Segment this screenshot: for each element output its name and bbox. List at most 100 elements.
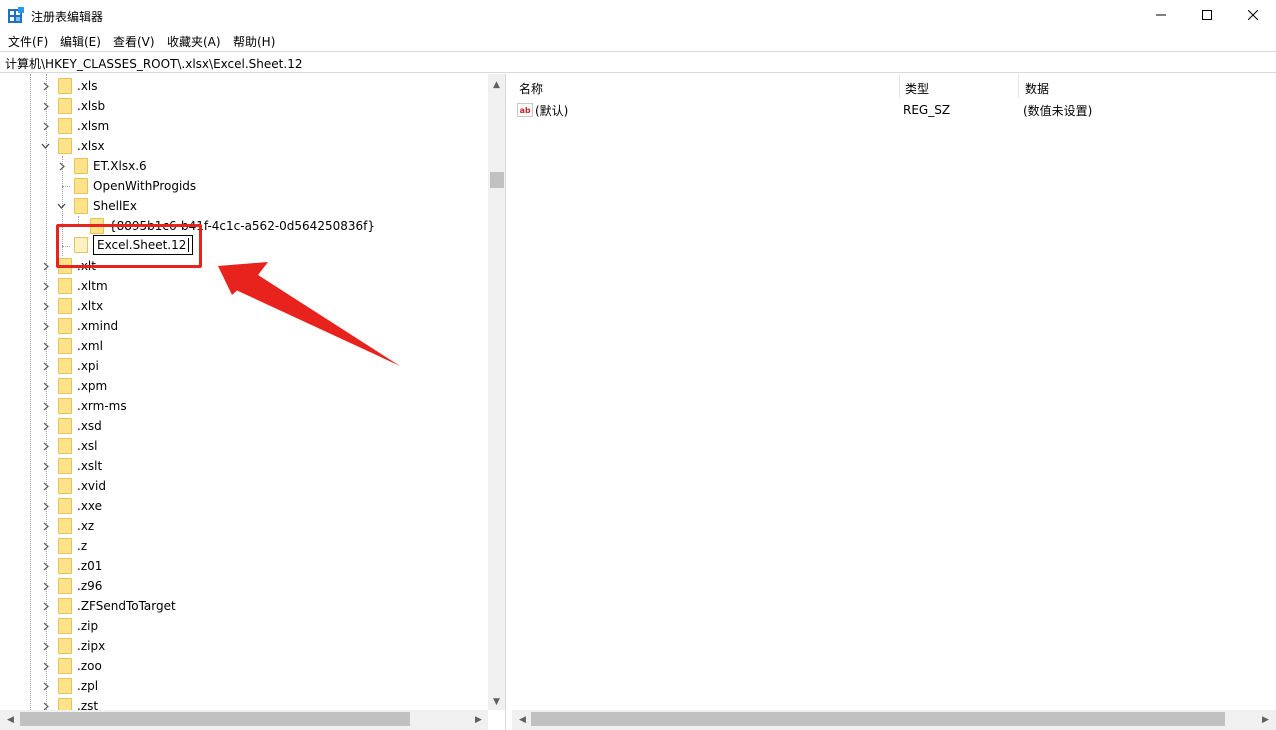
chevron-right-icon[interactable] [40,501,51,512]
chevron-right-icon[interactable] [40,381,51,392]
tree-item-et-xlsx-6[interactable]: ET.Xlsx.6 [56,156,147,176]
column-header-name[interactable]: 名称 [519,80,543,97]
tree-item-zipx[interactable]: .zipx [40,636,105,656]
scroll-down-arrow-icon[interactable]: ▼ [488,693,505,710]
tree-item-xlsb[interactable]: .xlsb [40,96,105,116]
chevron-right-icon[interactable] [40,261,51,272]
tree-item-xpm[interactable]: .xpm [40,376,107,396]
tree-item-z01[interactable]: .z01 [40,556,102,576]
chevron-right-icon[interactable] [40,661,51,672]
chevron-right-icon[interactable] [40,361,51,372]
tree-item-label: .xlsm [77,119,110,133]
value-type: REG_SZ [903,103,951,117]
menu-file[interactable]: 文件(F) [8,33,48,50]
chevron-right-icon[interactable] [40,561,51,572]
tree-vertical-scrollbar[interactable] [488,74,505,710]
folder-icon [58,378,72,394]
chevron-right-icon[interactable] [40,681,51,692]
tree-item-label: .xz [77,519,95,533]
scroll-left-arrow-icon[interactable]: ◀ [514,711,531,728]
tree-item-xltm[interactable]: .xltm [40,276,108,296]
tree-item-xsl[interactable]: .xsl [40,436,98,456]
chevron-right-icon[interactable] [40,341,51,352]
value-row-default[interactable]: ab (默认) REG_SZ (数值未设置) [517,100,1267,120]
chevron-right-icon[interactable] [40,581,51,592]
tree-item-xz[interactable]: .xz [40,516,94,536]
tree-vertical-scroll-thumb[interactable] [490,172,504,188]
menu-edit[interactable]: 编辑(E) [60,33,101,50]
tree-item-xpi[interactable]: .xpi [40,356,99,376]
tree-item-zip[interactable]: .zip [40,616,98,636]
chevron-right-icon[interactable] [40,541,51,552]
menu-help[interactable]: 帮助(H) [233,33,275,50]
address-bar[interactable]: 计算机\HKEY_CLASSES_ROOT\.xlsx\Excel.Sheet.… [0,51,1276,73]
chevron-right-icon[interactable] [40,401,51,412]
chevron-right-icon[interactable] [40,521,51,532]
chevron-right-icon[interactable] [40,621,51,632]
column-separator[interactable] [1018,74,1019,98]
chevron-down-icon[interactable] [40,141,51,152]
folder-icon [74,198,88,214]
minimize-button[interactable] [1138,0,1184,30]
tree-item-label: .xsd [77,419,102,433]
folder-icon [74,178,88,194]
column-header-data[interactable]: 数据 [1025,80,1049,97]
tree-item-xsd[interactable]: .xsd [40,416,102,436]
tree-item-xslt[interactable]: .xslt [40,456,102,476]
tree-item-label: .xrm-ms [77,399,127,413]
menu-view[interactable]: 查看(V) [113,33,155,50]
menu-bar: 文件(F) 编辑(E) 查看(V) 收藏夹(A) 帮助(H) [0,30,1276,51]
scroll-up-arrow-icon[interactable]: ▲ [488,76,505,93]
folder-icon [58,98,72,114]
tree-horizontal-scroll-thumb[interactable] [20,712,410,726]
tree-item-xxe[interactable]: .xxe [40,496,102,516]
tree-item-z96[interactable]: .z96 [40,576,102,596]
values-horizontal-scroll-thumb[interactable] [531,712,1225,726]
chevron-right-icon[interactable] [40,441,51,452]
close-button[interactable] [1230,0,1276,30]
tree-item-label: .zpl [77,679,99,693]
tree-item-xltx[interactable]: .xltx [40,296,103,316]
tree-item-zfsendtotarget[interactable]: .ZFSendToTarget [40,596,176,616]
chevron-right-icon[interactable] [40,601,51,612]
scroll-right-arrow-icon[interactable]: ▶ [1257,711,1274,728]
chevron-right-icon[interactable] [40,481,51,492]
chevron-right-icon[interactable] [40,81,51,92]
folder-icon [58,398,72,414]
chevron-right-icon[interactable] [40,461,51,472]
tree-item-xvid[interactable]: .xvid [40,476,106,496]
tree-item-xmind[interactable]: .xmind [40,316,118,336]
tree-item-xml[interactable]: .xml [40,336,103,356]
tree-item-openwithprogids[interactable]: OpenWithProgids [56,176,196,196]
folder-icon [58,618,72,634]
chevron-right-icon[interactable] [40,301,51,312]
chevron-right-icon[interactable] [40,281,51,292]
tree-item-xls[interactable]: .xls [40,76,98,96]
tree-item-xlsm[interactable]: .xlsm [40,116,109,136]
chevron-right-icon[interactable] [40,321,51,332]
tree-item-zst[interactable]: .zst [40,696,98,710]
chevron-right-icon[interactable] [40,641,51,652]
chevron-right-icon[interactable] [40,421,51,432]
tree-item-shellex[interactable]: ShellEx [56,196,137,216]
string-value-icon: ab [517,103,533,117]
tree-item-label: .xvid [77,479,106,493]
chevron-down-icon[interactable] [56,201,67,212]
menu-favorites[interactable]: 收藏夹(A) [167,33,221,50]
column-header-type[interactable]: 类型 [905,80,929,97]
tree-item-xrm-ms[interactable]: .xrm-ms [40,396,127,416]
tree-item-zpl[interactable]: .zpl [40,676,98,696]
tree-item-xlsx[interactable]: .xlsx [40,136,105,156]
chevron-right-icon[interactable] [56,161,67,172]
column-separator[interactable] [899,74,900,98]
tree-item-z[interactable]: .z [40,536,87,556]
scroll-left-arrow-icon[interactable]: ◀ [2,711,19,728]
tree-item-zoo[interactable]: .zoo [40,656,102,676]
tree-item-label: .xpi [77,359,99,373]
scroll-right-arrow-icon[interactable]: ▶ [470,711,487,728]
chevron-right-icon[interactable] [40,701,51,711]
chevron-right-icon[interactable] [40,121,51,132]
maximize-button[interactable] [1184,0,1230,30]
address-path[interactable]: 计算机\HKEY_CLASSES_ROOT\.xlsx\Excel.Sheet.… [5,55,302,72]
chevron-right-icon[interactable] [40,101,51,112]
